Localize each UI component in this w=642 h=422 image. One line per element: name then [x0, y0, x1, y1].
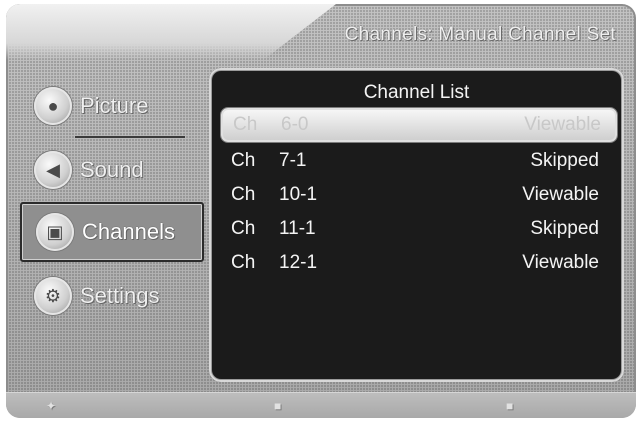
channel-number: 6-0	[281, 114, 309, 135]
channel-row[interactable]: Ch 11-1 Skipped	[221, 214, 613, 244]
sidebar-item-label: Sound	[80, 157, 144, 182]
picture-icon: ●	[34, 87, 72, 125]
channel-number: 7-1	[279, 150, 307, 171]
channel-status: Skipped	[530, 150, 599, 171]
header-glow	[6, 4, 336, 60]
sound-icon: ◀	[34, 151, 72, 189]
channel-prefix: Ch	[233, 114, 258, 135]
channel-list-panel: Channel List Ch 6-0 Viewable Ch 7-1 Skip…	[209, 68, 624, 382]
channel-status: Viewable	[524, 114, 601, 135]
channel-prefix: Ch	[231, 218, 256, 239]
channel-row[interactable]: Ch 6-0 Viewable	[221, 108, 617, 142]
enter-icon: ■	[274, 399, 282, 413]
channel-row[interactable]: Ch 12-1 Viewable	[221, 248, 613, 278]
channel-prefix: Ch	[231, 150, 256, 171]
channel-status: Skipped	[530, 218, 599, 239]
sidebar-item-picture[interactable]: ● Picture	[20, 78, 200, 134]
channel-prefix: Ch	[231, 184, 256, 205]
sidebar-item-label: Settings	[80, 283, 160, 308]
channel-number: 11-1	[279, 218, 316, 239]
sidebar-item-label: Channels	[82, 219, 175, 244]
channel-status: Viewable	[522, 252, 599, 273]
navigate-icon: ✦	[46, 399, 57, 413]
channel-number: 10-1	[279, 184, 318, 205]
tv-menu-screen: Channels: Manual Channel Set ● Picture ◀…	[6, 4, 636, 418]
channel-number: 12-1	[279, 252, 318, 273]
channel-status: Viewable	[522, 184, 599, 205]
panel-title: Channel List	[363, 82, 470, 103]
channel-prefix: Ch	[231, 252, 256, 273]
bottom-help-bar: ✦ ■ ■	[6, 392, 636, 418]
channels-icon: ▣	[36, 213, 74, 251]
sidebar-item-sound[interactable]: ◀ Sound	[20, 142, 200, 198]
sidebar-item-settings[interactable]: ⚙ Settings	[20, 268, 200, 324]
breadcrumb: Channels: Manual Channel Set	[344, 24, 616, 45]
sidebar-item-label: Picture	[80, 93, 149, 118]
sidebar-divider	[75, 136, 185, 138]
channel-row[interactable]: Ch 7-1 Skipped	[221, 146, 613, 176]
settings-icon: ⚙	[34, 277, 72, 315]
sidebar-item-channels[interactable]: ▣ Channels	[20, 202, 204, 262]
channel-row[interactable]: Ch 10-1 Viewable	[221, 180, 613, 210]
menu-icon: ■	[506, 399, 514, 413]
